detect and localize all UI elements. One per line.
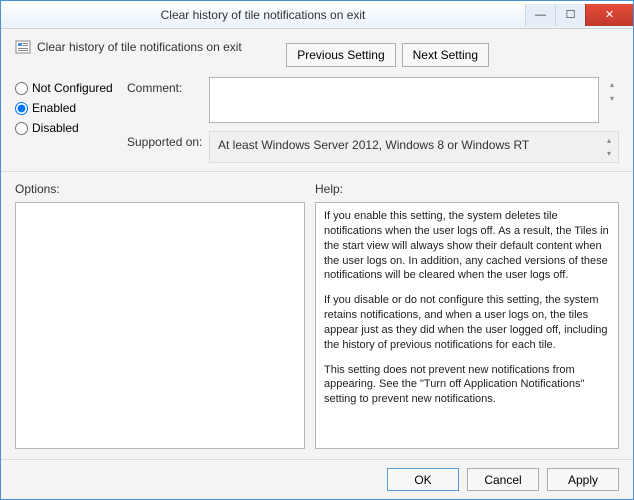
minimize-button[interactable]: —	[525, 4, 555, 26]
content-area: Clear history of tile notifications on e…	[1, 29, 633, 499]
supported-row: Supported on: At least Windows Server 20…	[127, 131, 619, 163]
state-radios: Not Configured Enabled Disabled	[15, 77, 115, 163]
scroll-down-icon[interactable]: ▾	[602, 147, 616, 160]
policy-name: Clear history of tile notifications on e…	[37, 40, 242, 54]
help-paragraph: If you enable this setting, the system d…	[324, 209, 610, 283]
help-label: Help:	[315, 182, 619, 196]
window-title: Clear history of tile notifications on e…	[1, 8, 525, 22]
supported-value: At least Windows Server 2012, Windows 8 …	[218, 138, 529, 152]
help-paragraph: If you disable or do not configure this …	[324, 293, 610, 352]
help-box[interactable]: If you enable this setting, the system d…	[315, 202, 619, 449]
window-controls: — ☐ ✕	[525, 4, 633, 26]
scroll-up-icon[interactable]: ▴	[602, 134, 616, 147]
help-paragraph: This setting does not prevent new notifi…	[324, 363, 610, 408]
upper-panel: Clear history of tile notifications on e…	[1, 29, 633, 172]
supported-value-box: At least Windows Server 2012, Windows 8 …	[209, 131, 619, 163]
dialog-footer: OK Cancel Apply	[1, 459, 633, 499]
comment-input[interactable]	[209, 77, 599, 123]
radio-enabled-input[interactable]	[15, 102, 28, 115]
scroll-up-icon[interactable]: ▴	[605, 77, 619, 91]
titlebar: Clear history of tile notifications on e…	[1, 1, 633, 29]
options-label: Options:	[15, 182, 305, 196]
comment-label: Comment:	[127, 77, 203, 95]
radio-not-configured-label: Not Configured	[32, 81, 113, 95]
previous-setting-button[interactable]: Previous Setting	[286, 43, 395, 67]
radio-not-configured[interactable]: Not Configured	[15, 81, 115, 95]
config-row: Not Configured Enabled Disabled Comment:	[15, 77, 619, 163]
scroll-down-icon[interactable]: ▾	[605, 91, 619, 105]
next-setting-button[interactable]: Next Setting	[402, 43, 489, 67]
cancel-button[interactable]: Cancel	[467, 468, 539, 491]
policy-dialog: Clear history of tile notifications on e…	[0, 0, 634, 500]
radio-disabled[interactable]: Disabled	[15, 121, 115, 135]
supported-scroll: ▴ ▾	[602, 134, 616, 160]
radio-not-configured-input[interactable]	[15, 82, 28, 95]
radio-disabled-input[interactable]	[15, 122, 28, 135]
help-column: Help: If you enable this setting, the sy…	[315, 182, 619, 449]
ok-button[interactable]: OK	[387, 468, 459, 491]
options-column: Options:	[15, 182, 305, 449]
radio-enabled[interactable]: Enabled	[15, 101, 115, 115]
policy-icon	[15, 39, 31, 55]
lower-panel: Options: Help: If you enable this settin…	[1, 172, 633, 459]
radio-enabled-label: Enabled	[32, 101, 76, 115]
maximize-button[interactable]: ☐	[555, 4, 585, 26]
supported-label: Supported on:	[127, 131, 203, 149]
apply-button[interactable]: Apply	[547, 468, 619, 491]
comment-scroll: ▴ ▾	[605, 77, 619, 105]
fields-column: Comment: ▴ ▾ Supported on: At least Wind…	[127, 77, 619, 163]
options-box[interactable]	[15, 202, 305, 449]
close-button[interactable]: ✕	[585, 4, 633, 26]
comment-row: Comment: ▴ ▾	[127, 77, 619, 123]
radio-disabled-label: Disabled	[32, 121, 79, 135]
